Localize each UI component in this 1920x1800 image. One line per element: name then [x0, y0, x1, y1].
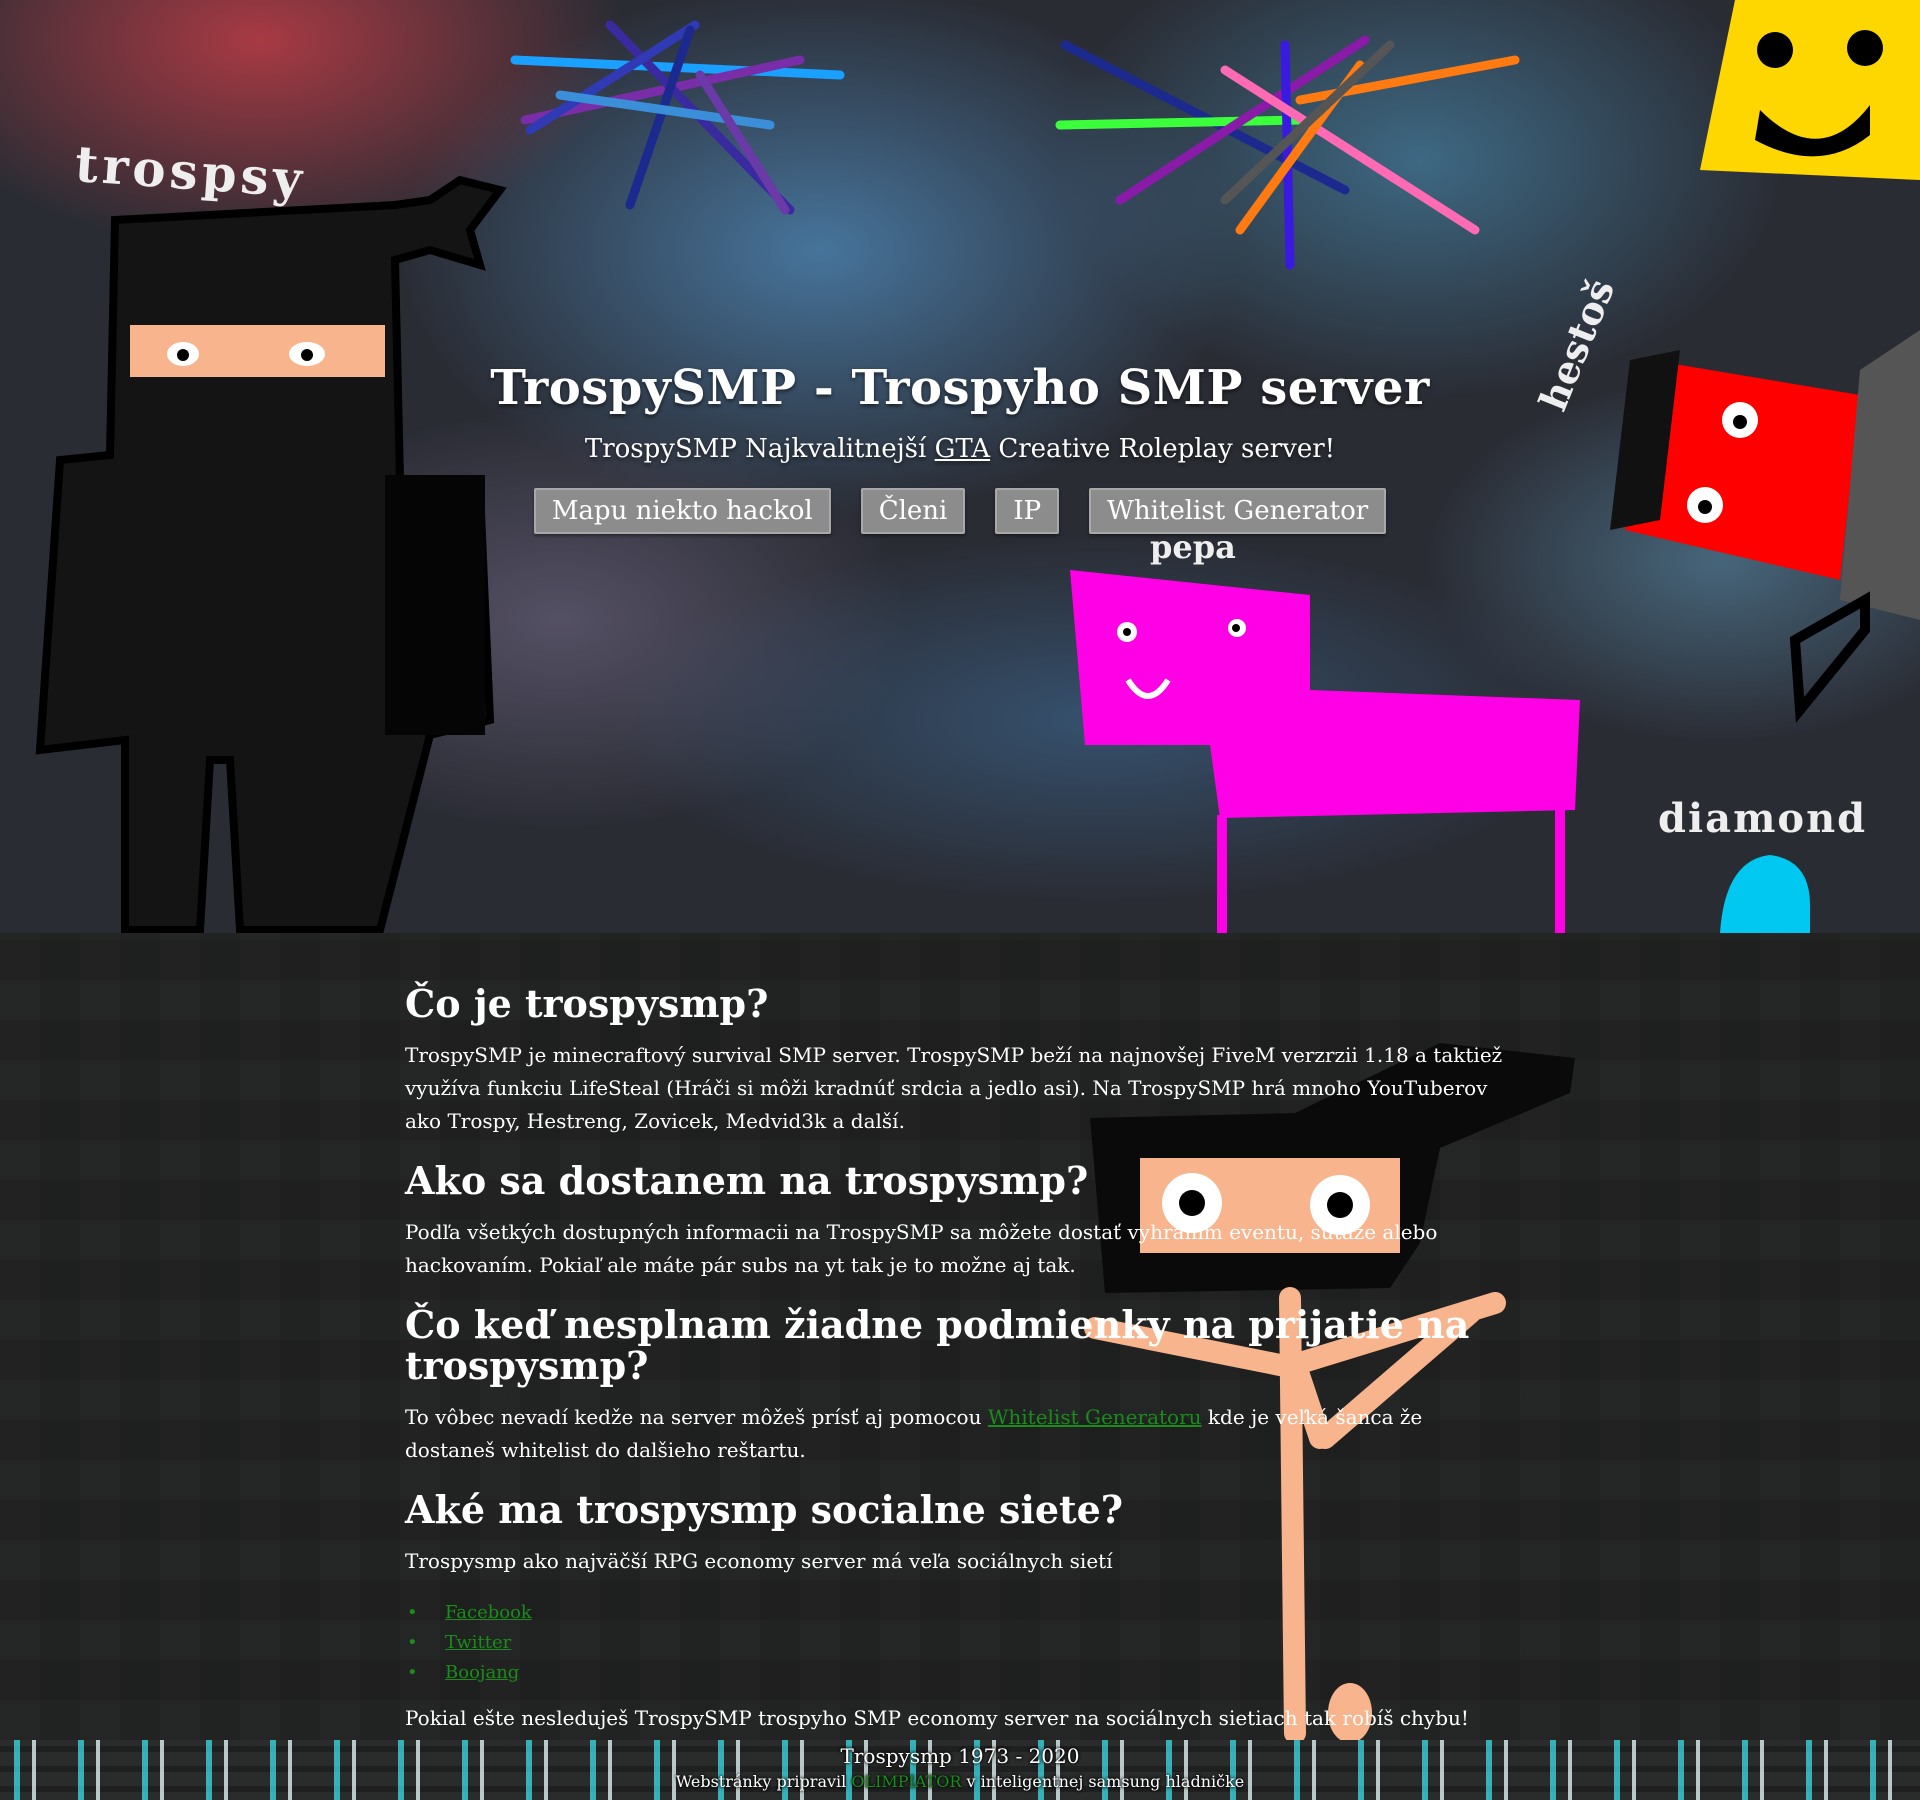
section-social: Aké ma trospysmp socialne siete? Trospys…: [405, 1489, 1515, 1735]
members-button[interactable]: Členi: [860, 488, 966, 534]
section-text: TrospySMP je minecraftový survival SMP s…: [405, 1042, 1503, 1133]
page-footer: Trospysmp 1973 - 2020 Webstránky priprav…: [0, 1740, 1920, 1800]
whitelist-generator-button[interactable]: Whitelist Generator: [1089, 488, 1387, 534]
ip-button[interactable]: IP: [995, 488, 1060, 534]
list-item: Boojang: [407, 1658, 1515, 1688]
ninja-character: [35, 175, 507, 933]
firework-right: [1055, 35, 1520, 270]
facebook-link[interactable]: Facebook: [445, 1602, 532, 1623]
faq-content: Čo je trospysmp? TrospySMP je minecrafto…: [405, 983, 1515, 1757]
section-what-is: Čo je trospysmp? TrospySMP je minecrafto…: [405, 983, 1515, 1138]
list-item: Facebook: [407, 1598, 1515, 1628]
map-hacked-button[interactable]: Mapu niekto hackol: [533, 488, 831, 534]
hero-content: TrospySMP - Trospyho SMP server TrospySM…: [0, 360, 1920, 534]
main-content: Čo je trospysmp? TrospySMP je minecrafto…: [0, 933, 1920, 1740]
whitelist-generator-link[interactable]: Whitelist Generatoru: [988, 1405, 1202, 1429]
section-no-requirements: Čo keď nesplnam žiadne podmienky na prij…: [405, 1301, 1515, 1468]
twitter-link[interactable]: Twitter: [445, 1632, 511, 1653]
section-how-to-join: Ako sa dostanem na trospysmp? Podľa všet…: [405, 1157, 1515, 1282]
credits-after: v inteligentnej samsung hladničke: [966, 1772, 1245, 1791]
section-heading: Čo keď nesplnam žiadne podmienky na prij…: [405, 1301, 1470, 1389]
text-before-link: To vôbec nevadí kedže na server môžeš pr…: [405, 1405, 982, 1430]
yellow-smiley: [1700, 0, 1920, 180]
subtitle-text-before: TrospySMP Najkvalitnejší: [584, 434, 927, 464]
page-title: TrospySMP - Trospyho SMP server: [490, 360, 1430, 416]
gta-link[interactable]: GTA: [935, 434, 990, 464]
section-text: Trospysmp ako najväčší RPG economy serve…: [405, 1548, 1113, 1573]
credits-text: Webstránky pripravil OLIMPIATOR v inteli…: [0, 1772, 1920, 1791]
section-text: Podľa všetkých dostupných informacii na …: [405, 1219, 1438, 1277]
section-heading: Čo je trospysmp?: [405, 981, 769, 1026]
copyright-text: Trospysmp 1973 - 2020: [840, 1744, 1080, 1768]
section-text: To vôbec nevadí kedže na server môžeš pr…: [405, 1401, 1515, 1467]
hero-banner: trospsy pepa hestoš diamond TrospySMP - …: [0, 0, 1920, 933]
hero-nav: Mapu niekto hackol Členi IP Whitelist Ge…: [0, 488, 1920, 534]
social-closing-text: Pokial ešte nesleduješ TrospySMP trospyh…: [405, 1705, 1469, 1730]
pepa-character: [1070, 570, 1580, 933]
list-item: Twitter: [407, 1628, 1515, 1658]
hero-subtitle: TrospySMP Najkvalitnejší GTA Creative Ro…: [0, 434, 1920, 464]
diamond-shape: [1720, 855, 1810, 933]
credits-before: Webstránky pripravil: [675, 1772, 847, 1791]
section-heading: Ako sa dostanem na trospysmp?: [405, 1157, 1089, 1203]
firework-left: [510, 20, 845, 215]
label-diamond: diamond: [1658, 795, 1868, 842]
subtitle-text-after: Creative Roleplay server!: [998, 434, 1336, 464]
author-link[interactable]: OLIMPIATOR: [851, 1772, 961, 1791]
social-links-list: Facebook Twitter Boojang: [407, 1598, 1515, 1688]
section-heading: Aké ma trospysmp socialne siete?: [405, 1487, 1124, 1533]
boojang-link[interactable]: Boojang: [445, 1662, 519, 1683]
